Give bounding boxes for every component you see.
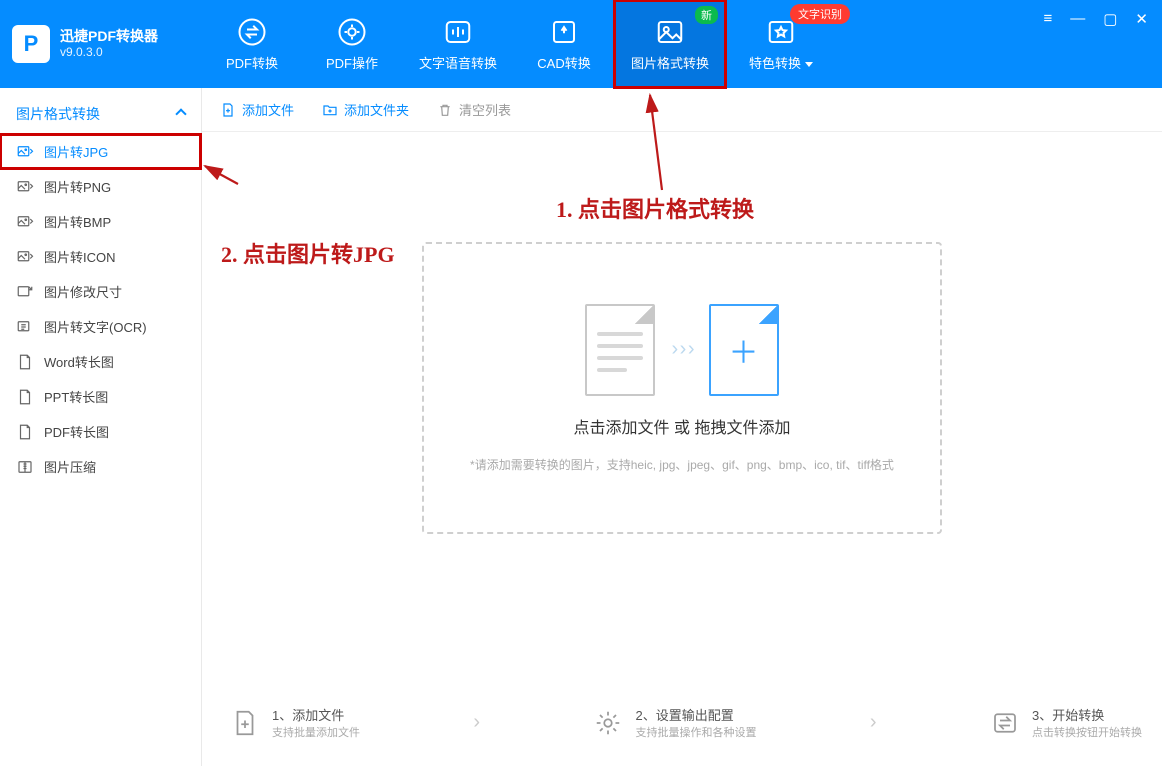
file-plus-icon: [220, 102, 236, 118]
sidebar-item-bmp[interactable]: 图片转BMP: [0, 204, 201, 239]
ocr-icon: [16, 318, 34, 336]
toolbar-label: 添加文件夹: [344, 100, 409, 119]
add-folder-button[interactable]: 添加文件夹: [322, 100, 409, 119]
nav-text-voice[interactable]: 文字语音转换: [402, 0, 514, 88]
trash-icon: [437, 102, 453, 118]
sidebar-item-icon[interactable]: 图片转ICON: [0, 239, 201, 274]
gear-circle-icon: [337, 17, 367, 47]
sidebar-item-jpg[interactable]: 图片转JPG: [0, 134, 201, 169]
step-2: 2、设置输出配置支持批量操作和各种设置: [593, 705, 756, 740]
doc-icon: [16, 353, 34, 371]
arrows-icon: › › ›: [671, 338, 692, 361]
guide-steps: 1、添加文件支持批量添加文件 › 2、设置输出配置支持批量操作和各种设置 › 3…: [230, 705, 1142, 740]
audio-bars-icon: [443, 17, 473, 47]
sidebar-item-label: PDF转长图: [44, 422, 109, 441]
sidebar-item-label: 图片转文字(OCR): [44, 317, 147, 336]
window-controls: ≡ — ▢ ✕: [1043, 10, 1148, 28]
step-sub: 支持批量添加文件: [272, 724, 360, 740]
sidebar-item-pdf-long[interactable]: PDF转长图: [0, 414, 201, 449]
add-file-button[interactable]: 添加文件: [220, 100, 294, 119]
source-doc-icon: [585, 304, 655, 396]
step-3: 3、开始转换点击转换按钮开始转换: [990, 705, 1142, 740]
resize-icon: [16, 283, 34, 301]
step-sub: 点击转换按钮开始转换: [1032, 724, 1142, 740]
sidebar-item-label: Word转长图: [44, 352, 114, 371]
app-logo-icon: P: [12, 25, 50, 63]
folder-plus-icon: [322, 102, 338, 118]
target-plus-icon: ＋: [709, 304, 779, 396]
image-convert-icon: [16, 143, 34, 161]
minimize-button[interactable]: —: [1070, 10, 1085, 28]
nav-pdf-convert[interactable]: PDF转换: [202, 0, 302, 88]
sidebar-item-label: 图片转BMP: [44, 212, 111, 231]
nav-cad-convert[interactable]: CAD转换: [514, 0, 614, 88]
image-convert-icon: [16, 213, 34, 231]
convert-icon: [990, 708, 1020, 738]
doc-icon: [16, 388, 34, 406]
step-title: 2、设置输出配置: [635, 705, 756, 724]
sidebar-item-label: 图片转JPG: [44, 142, 108, 161]
chevron-up-icon: [175, 108, 186, 119]
app-title: 迅捷PDF转换器: [60, 28, 158, 45]
chevron-down-icon: [805, 62, 813, 67]
app-version: v9.0.3.0: [60, 45, 158, 59]
nav-pdf-operate[interactable]: PDF操作: [302, 0, 402, 88]
toolbar-label: 清空列表: [459, 100, 511, 119]
drop-zone[interactable]: › › › ＋ 点击添加文件 或 拖拽文件添加 *请添加需要转换的图片，支持he…: [422, 242, 942, 534]
sidebar-item-label: PPT转长图: [44, 387, 108, 406]
nav-image-format[interactable]: 新 图片格式转换: [614, 0, 726, 88]
step-title: 1、添加文件: [272, 705, 360, 724]
clear-list-button[interactable]: 清空列表: [437, 100, 511, 119]
cad-icon: [549, 17, 579, 47]
doc-icon: [16, 423, 34, 441]
step-title: 3、开始转换: [1032, 705, 1142, 724]
sidebar-item-resize[interactable]: 图片修改尺寸: [0, 274, 201, 309]
nav-label: CAD转换: [537, 53, 590, 72]
nav-label: PDF操作: [326, 53, 378, 72]
nav-label: 特色转换: [749, 53, 813, 72]
close-button[interactable]: ✕: [1135, 10, 1148, 28]
image-icon: [655, 17, 685, 47]
chevron-right-icon: ›: [870, 711, 877, 734]
sidebar: 图片格式转换 图片转JPG 图片转PNG 图片转BMP 图片转ICON 图片修改…: [0, 88, 202, 766]
sidebar-item-compress[interactable]: 图片压缩: [0, 449, 201, 484]
chevron-right-icon: ›: [473, 711, 480, 734]
drop-title: 点击添加文件 或 拖拽文件添加: [574, 414, 791, 438]
arrow-swap-icon: [237, 17, 267, 47]
sidebar-item-ppt-long[interactable]: PPT转长图: [0, 379, 201, 414]
sidebar-section-title: 图片格式转换: [16, 104, 100, 124]
menu-icon[interactable]: ≡: [1043, 10, 1052, 28]
drop-illustration: › › › ＋: [585, 304, 778, 396]
nav-label: PDF转换: [226, 53, 278, 72]
toolbar: 添加文件 添加文件夹 清空列表: [202, 88, 1162, 132]
sidebar-section-header[interactable]: 图片格式转换: [0, 98, 201, 134]
toolbar-label: 添加文件: [242, 100, 294, 119]
top-nav: PDF转换 PDF操作 文字语音转换 CAD转换 新 图片格式转换 文字识别 特…: [202, 0, 836, 88]
nav-label: 文字语音转换: [419, 53, 497, 72]
nav-label: 图片格式转换: [631, 53, 709, 72]
app-header: P 迅捷PDF转换器 v9.0.3.0 PDF转换 PDF操作 文字语音转换 C…: [0, 0, 1162, 88]
sidebar-item-ocr[interactable]: 图片转文字(OCR): [0, 309, 201, 344]
sidebar-item-label: 图片转ICON: [44, 247, 116, 266]
drop-subtitle: *请添加需要转换的图片，支持heic, jpg、jpeg、gif、png、bmp…: [470, 456, 894, 473]
gear-icon: [593, 708, 623, 738]
sidebar-item-label: 图片修改尺寸: [44, 282, 122, 301]
main-panel: 添加文件 添加文件夹 清空列表 › › › ＋ 点击添加文件 或 拖拽文件添加 …: [202, 88, 1162, 766]
sidebar-item-word-long[interactable]: Word转长图: [0, 344, 201, 379]
badge-new: 新: [695, 6, 718, 24]
sidebar-item-png[interactable]: 图片转PNG: [0, 169, 201, 204]
logo: P 迅捷PDF转换器 v9.0.3.0: [12, 25, 202, 63]
badge-ocr: 文字识别: [790, 4, 850, 24]
image-convert-icon: [16, 178, 34, 196]
image-convert-icon: [16, 248, 34, 266]
sidebar-item-label: 图片转PNG: [44, 177, 111, 196]
star-box-icon: [766, 17, 796, 47]
step-1: 1、添加文件支持批量添加文件: [230, 705, 360, 740]
maximize-button[interactable]: ▢: [1103, 10, 1117, 28]
step-sub: 支持批量操作和各种设置: [635, 724, 756, 740]
sidebar-item-label: 图片压缩: [44, 457, 96, 476]
file-plus-icon: [230, 708, 260, 738]
compress-icon: [16, 458, 34, 476]
nav-special[interactable]: 文字识别 特色转换: [726, 0, 836, 88]
